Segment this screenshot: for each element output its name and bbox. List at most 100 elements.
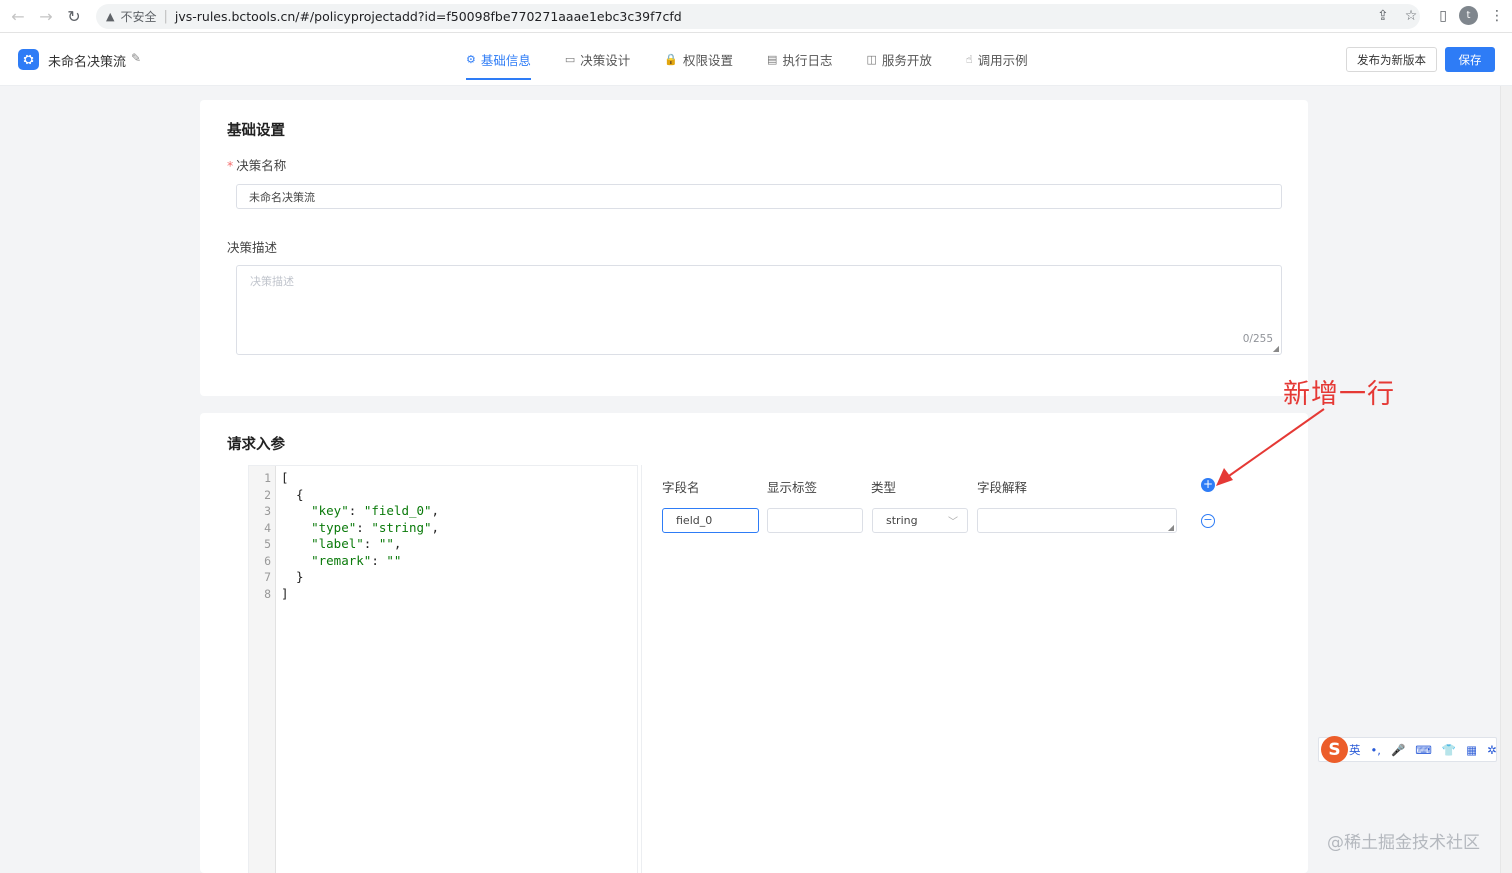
line-number-gutter: 1 2 3 4 5 6 7 8 xyxy=(249,466,276,873)
save-button[interactable]: 保存 xyxy=(1445,47,1495,72)
omnibox-divider: | xyxy=(163,9,168,24)
tab-label: 决策设计 xyxy=(580,53,631,68)
tab-decision-design[interactable]: ▭ 决策设计 xyxy=(565,33,630,86)
request-params-card: 请求入参 1 2 3 4 5 6 7 8 [ { "key": "field_0… xyxy=(200,413,1308,873)
pointer-icon: ☝ xyxy=(965,53,973,66)
name-field-label: * 决策名称 xyxy=(227,155,286,174)
page-scrollbar[interactable] xyxy=(1500,86,1512,873)
json-value: "string" xyxy=(371,519,432,535)
edit-title-icon[interactable]: ✎ xyxy=(131,51,141,65)
star-icon[interactable]: ☆ xyxy=(1405,8,1418,24)
json-colon: : xyxy=(371,552,387,568)
menu-icon[interactable]: ⋮ xyxy=(1490,8,1504,24)
document-icon: ▤ xyxy=(767,53,778,66)
tab-basic-info[interactable]: ⚙ 基础信息 xyxy=(466,33,531,86)
add-row-icon[interactable]: + xyxy=(1201,478,1215,492)
column-header-display-label: 显示标签 xyxy=(767,480,818,495)
tab-call-example[interactable]: ☝ 调用示例 xyxy=(966,33,1028,86)
basic-settings-card: 基础设置 * 决策名称 未命名决策流 决策描述 决策描述 0/255 ◢ xyxy=(200,100,1308,396)
design-icon: ▭ xyxy=(564,53,576,66)
keyboard-icon[interactable]: ⌨ xyxy=(1415,743,1432,757)
line-number: 3 xyxy=(264,504,271,518)
profile-avatar[interactable]: t xyxy=(1459,6,1478,25)
warning-icon[interactable]: ▲ xyxy=(106,10,114,23)
json-comma: , xyxy=(431,503,440,518)
remark-textarea[interactable]: ◢ xyxy=(977,508,1177,533)
forward-icon[interactable]: → xyxy=(32,7,60,26)
code-line: ] xyxy=(281,585,289,601)
lock-icon: 🔒 xyxy=(664,53,679,66)
json-colon: : xyxy=(348,503,364,518)
tab-service-open[interactable]: ◫ 服务开放 xyxy=(866,33,931,86)
app-header: ⛭ 未命名决策流 ✎ ⚙ 基础信息 ▭ 决策设计 🔒 权限设置 ▤ 执行日志 ◫… xyxy=(0,33,1512,86)
line-number: 8 xyxy=(264,586,271,601)
code-line: "remark": "" xyxy=(281,553,401,568)
insecure-label[interactable]: 不安全 xyxy=(120,8,156,25)
section-title: 基础设置 xyxy=(227,123,285,139)
tab-label: 调用示例 xyxy=(977,53,1028,68)
skin-icon[interactable]: 👕 xyxy=(1442,743,1456,757)
chevron-down-icon: ﹀ xyxy=(948,517,958,528)
settings-icon[interactable]: ✲ xyxy=(1487,743,1497,757)
tab-permissions[interactable]: 🔒 权限设置 xyxy=(664,33,733,86)
app-title: 未命名决策流 xyxy=(48,55,127,70)
column-header-remark: 字段解释 xyxy=(977,480,1028,495)
display-label-input[interactable] xyxy=(767,508,863,533)
json-comma: , xyxy=(431,519,440,535)
url-text[interactable]: jvs-rules.bctools.cn/#/policyprojectadd?… xyxy=(175,9,682,24)
param-table: 字段名 显示标签 类型 字段解释 + field_0 string ﹀ ◢ − xyxy=(641,465,1301,873)
tab-execution-log[interactable]: ▤ 执行日志 xyxy=(767,33,832,86)
book-icon: ◫ xyxy=(866,53,877,66)
tab-label: 执行日志 xyxy=(782,53,833,68)
toolbox-icon[interactable]: ▦ xyxy=(1466,743,1477,757)
json-key: "key" xyxy=(311,503,349,518)
remove-row-icon[interactable]: − xyxy=(1201,514,1215,528)
ime-language-toggle[interactable]: 英 xyxy=(1349,742,1361,758)
tab-label: 服务开放 xyxy=(881,53,932,68)
column-header-type: 类型 xyxy=(871,480,897,495)
json-key: "type" xyxy=(311,519,357,535)
share-icon[interactable]: ⇪ xyxy=(1377,8,1389,24)
field-name-input[interactable]: field_0 xyxy=(662,508,759,533)
ime-toolbar: S 英 •, 🎤 ⌨ 👕 ▦ ✲ xyxy=(1318,736,1497,763)
address-bar[interactable]: ▲ 不安全 | jvs-rules.bctools.cn/#/policypro… xyxy=(96,4,1420,29)
app-logo-icon: ⛭ xyxy=(18,49,39,70)
ime-punctuation-icon[interactable]: •, xyxy=(1371,743,1381,757)
name-label-text: 决策名称 xyxy=(236,158,287,173)
browser-actions: ⇪ ☆ ▯ t ⋮ xyxy=(1377,6,1504,25)
code-line: } xyxy=(281,569,304,584)
back-icon[interactable]: ← xyxy=(4,7,32,26)
ime-logo-icon[interactable]: S xyxy=(1321,736,1348,763)
json-code-editor[interactable]: 1 2 3 4 5 6 7 8 [ { "key": "field_0", "t… xyxy=(248,465,638,873)
code-line: "label": "", xyxy=(281,536,401,551)
required-mark: * xyxy=(227,158,234,173)
publish-new-version-button[interactable]: 发布为新版本 xyxy=(1346,47,1437,72)
column-header-field-name: 字段名 xyxy=(662,480,700,495)
tab-bar: ⚙ 基础信息 ▭ 决策设计 🔒 权限设置 ▤ 执行日志 ◫ 服务开放 ☝ 调用示… xyxy=(466,33,1062,86)
microphone-icon[interactable]: 🎤 xyxy=(1391,743,1405,757)
json-value: "field_0" xyxy=(363,503,432,518)
code-line: "key": "field_0", xyxy=(281,503,439,518)
line-number: 1 xyxy=(264,471,271,485)
char-counter: 0/255 xyxy=(1242,333,1273,345)
decision-name-input[interactable]: 未命名决策流 xyxy=(236,184,1282,209)
json-value: "" xyxy=(386,552,402,568)
json-value: "" xyxy=(378,536,394,551)
json-key: "remark" xyxy=(311,552,372,568)
watermark: @稀土掘金技术社区 xyxy=(1327,833,1480,853)
section-title: 请求入参 xyxy=(227,437,285,453)
resize-handle-icon[interactable]: ◢ xyxy=(1273,344,1279,353)
description-placeholder: 决策描述 xyxy=(250,275,294,288)
code-line: "type": "string", xyxy=(281,520,439,535)
resize-handle-icon[interactable]: ◢ xyxy=(1168,523,1174,532)
decision-description-textarea[interactable]: 决策描述 0/255 ◢ xyxy=(236,265,1282,355)
side-panel-icon[interactable]: ▯ xyxy=(1439,8,1447,24)
tab-label: 权限设置 xyxy=(683,53,734,68)
json-comma: , xyxy=(393,536,402,551)
type-select[interactable]: string ﹀ xyxy=(872,508,968,533)
type-select-value: string xyxy=(886,514,918,527)
json-colon: : xyxy=(356,519,372,535)
line-number: 7 xyxy=(264,570,271,584)
reload-icon[interactable]: ↻ xyxy=(60,7,88,26)
code-line: [ xyxy=(281,470,289,485)
